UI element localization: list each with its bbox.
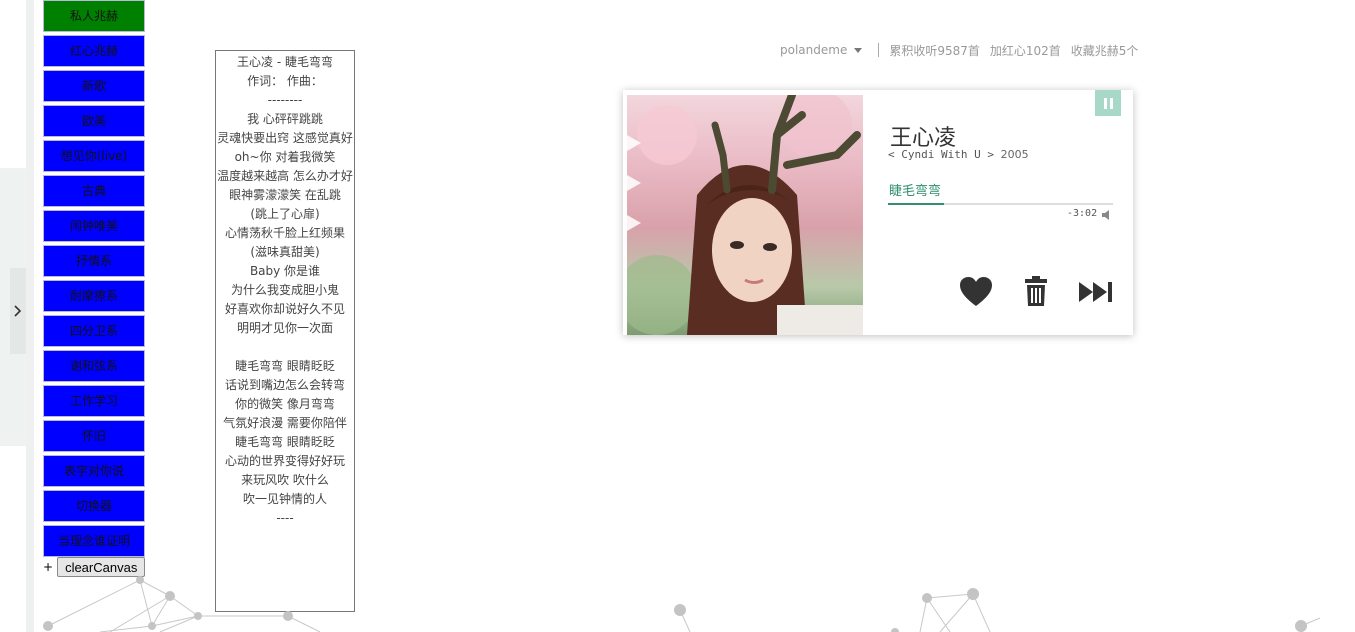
- channel-button[interactable]: 古典: [43, 175, 145, 207]
- divider: [878, 43, 880, 57]
- clear-canvas-row: + clearCanvas: [43, 557, 146, 577]
- lyric-line: 你的微笑 像月弯弯: [235, 397, 335, 411]
- channel-button[interactable]: 四分卫系: [43, 315, 145, 347]
- collected-count[interactable]: 收藏兆赫5个: [1071, 42, 1139, 59]
- skip-next-icon[interactable]: [1079, 280, 1113, 304]
- channel-button[interactable]: 怀旧: [43, 420, 145, 452]
- lyric-line: 吹一见钟情的人: [242, 492, 327, 506]
- lyric-line: (跳上了心扉): [250, 207, 320, 221]
- time-remaining: -3:02: [1067, 208, 1098, 219]
- lyric-line: 温度越来越高 怎么办才好: [217, 169, 353, 183]
- lyric-line: 话说到嘴边怎么会转弯: [224, 378, 345, 392]
- lyric-line: 来玩风吹 吹什么: [241, 473, 329, 487]
- channel-button[interactable]: 想见你(live): [43, 140, 145, 172]
- player-card: 王心凌 < Cyndi With U > 2005 睫毛弯弯 -3:02: [623, 90, 1133, 335]
- lyric-line: 睫毛弯弯 眼睛眨眨: [235, 435, 335, 449]
- lyric-line: 作词： 作曲：: [247, 74, 323, 88]
- lyric-line: (滋味真甜美): [250, 245, 320, 259]
- lyric-line: 我 心砰砰跳跳: [247, 112, 323, 126]
- lyric-line: 灵魂快要出窍 这感觉真好: [217, 131, 353, 145]
- channel-button[interactable]: 谢和弦系: [43, 350, 145, 382]
- caret-down-icon[interactable]: [854, 47, 863, 53]
- album-info: < Cyndi With U > 2005: [888, 148, 1029, 161]
- listened-count[interactable]: 累积收听9587首: [889, 42, 980, 59]
- album-year: 2005: [1000, 148, 1029, 161]
- lyric-line: 为什么我变成胆小鬼: [230, 283, 339, 297]
- lyric-line: 眼神雾濛濛笑 在乱跳: [229, 188, 341, 202]
- drawer-edge: [26, 0, 34, 632]
- lyric-line: 好喜欢你却说好久不见: [224, 302, 345, 316]
- lyric-line: --------: [267, 93, 303, 107]
- lyric-line: 睫毛弯弯 眼睛眨眨: [235, 359, 335, 373]
- channel-button[interactable]: 私人兆赫: [43, 0, 145, 32]
- lyric-line: 明明才见你一次面: [236, 321, 333, 335]
- lyrics-panel: 王心凌 - 睫毛弯弯 作词： 作曲： -------- 我 心砰砰跳跳灵魂快要出窍 这…: [215, 50, 355, 612]
- song-title: 睫毛弯弯: [889, 184, 942, 199]
- drawer-toggle-button[interactable]: [10, 268, 26, 354]
- channel-button[interactable]: 新歌: [43, 70, 145, 102]
- loved-count[interactable]: 加红心102首: [990, 42, 1061, 59]
- channel-button[interactable]: 抒情系: [43, 245, 145, 277]
- user-info-bar: polandeme 累积收听9587首 加红心102首 收藏兆赫5个: [780, 41, 1148, 59]
- channel-button[interactable]: 耐摩擦系: [43, 280, 145, 312]
- clear-canvas-button[interactable]: clearCanvas: [57, 557, 146, 577]
- channel-button[interactable]: 红心兆赫: [43, 35, 145, 67]
- channel-list: 私人兆赫 红心兆赫 新歌 欧美 想见你(live) 古典 闹钟唯美 抒情系 耐摩擦系 四分卫系 谢和…: [43, 0, 145, 560]
- lyric-line: [216, 338, 354, 357]
- channel-button[interactable]: 闹钟唯美: [43, 210, 145, 242]
- lyric-line: oh~你 对着我微笑: [234, 150, 336, 164]
- lyric-line: 王心凌 - 睫毛弯弯: [237, 55, 333, 69]
- lyric-line: 心动的世界变得好好玩: [224, 454, 345, 468]
- album-title[interactable]: < Cyndi With U >: [888, 148, 994, 161]
- channel-button[interactable]: 表字对你说: [43, 455, 145, 487]
- network-background: [43, 576, 1321, 632]
- progress-bar[interactable]: [888, 203, 1113, 205]
- chevron-right-icon: [14, 305, 22, 317]
- progress-fill: [888, 203, 945, 205]
- username-link[interactable]: polandeme: [780, 43, 847, 57]
- lyric-line: Baby 你是谁: [249, 264, 321, 278]
- lyric-line: ----: [276, 511, 294, 525]
- pause-button[interactable]: [1095, 90, 1121, 116]
- pause-icon-bar: [1109, 97, 1113, 109]
- channel-button[interactable]: 当理念谁证明: [43, 525, 145, 557]
- lyric-line: 气氛好浪漫 需要你陪伴: [223, 416, 347, 430]
- channel-button[interactable]: 工作学习: [43, 385, 145, 417]
- trash-icon[interactable]: [1024, 276, 1048, 306]
- heart-icon[interactable]: [960, 277, 992, 307]
- channel-button[interactable]: 切换器: [43, 490, 145, 522]
- pause-icon-bar: [1103, 97, 1107, 109]
- channel-button[interactable]: 欧美: [43, 105, 145, 137]
- lyric-line: 心情荡秋千脸上红频果: [224, 226, 345, 240]
- volume-icon[interactable]: [1102, 210, 1111, 220]
- plus-label: +: [43, 560, 54, 574]
- album-cover: [627, 95, 863, 335]
